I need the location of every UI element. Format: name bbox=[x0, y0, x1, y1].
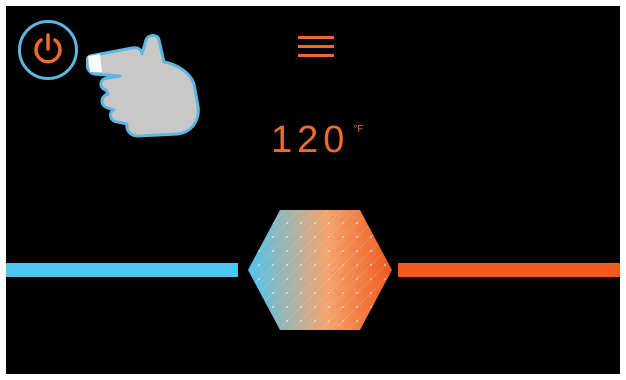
temperature-unit: °F bbox=[353, 124, 364, 135]
power-button[interactable] bbox=[18, 20, 78, 80]
hot-temperature-track[interactable] bbox=[398, 263, 620, 277]
temperature-readout: 120 °F bbox=[271, 116, 364, 166]
temperature-value: 120 bbox=[271, 119, 350, 161]
power-icon bbox=[34, 33, 62, 64]
hamburger-menu-icon[interactable] bbox=[296, 32, 336, 62]
device-screen: 120 °F bbox=[6, 6, 620, 374]
pointing-hand-icon bbox=[86, 34, 200, 138]
cold-temperature-track[interactable] bbox=[6, 263, 238, 277]
temperature-slider-thumb[interactable] bbox=[238, 202, 402, 338]
